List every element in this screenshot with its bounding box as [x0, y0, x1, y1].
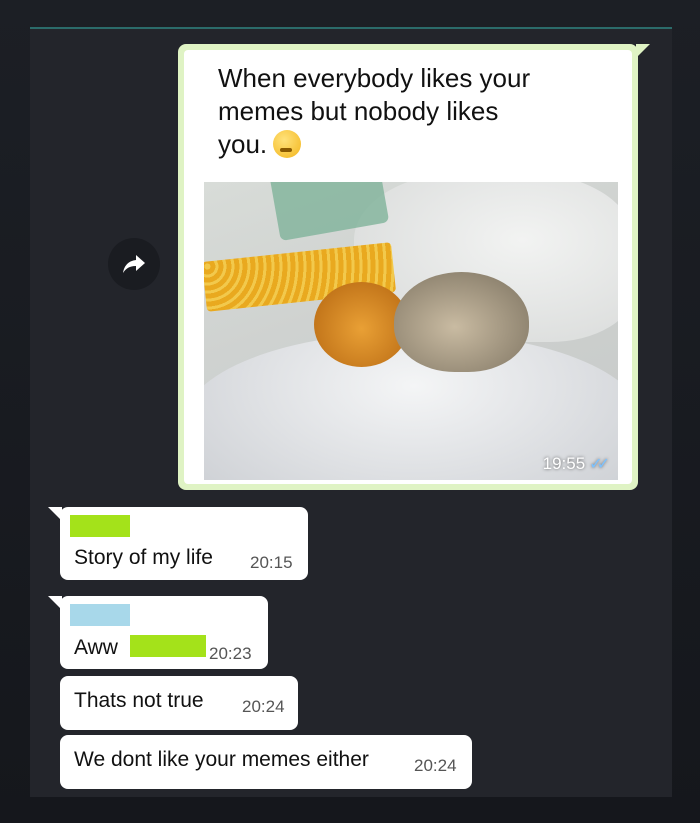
photo-cat — [394, 272, 529, 372]
message-text: Story of my life — [74, 546, 213, 569]
message-text: We dont like your memes either — [74, 748, 369, 771]
message-time: 20:23 — [209, 644, 252, 663]
forward-button[interactable] — [108, 238, 160, 290]
message-time: 20:24 — [242, 697, 285, 716]
sender-name-redaction — [70, 515, 130, 537]
message-time: 20:24 — [414, 756, 457, 775]
forwarded-meme-card: When everybody likes your memes but nobo… — [184, 50, 632, 484]
incoming-message[interactable]: Thats not true 20:24 — [60, 676, 298, 730]
name-redaction — [130, 635, 206, 657]
sender-name-redaction — [70, 604, 130, 626]
meme-caption: When everybody likes your memes but nobo… — [218, 62, 548, 161]
bubble-tail — [48, 596, 62, 610]
forwarded-image-message[interactable]: When everybody likes your memes but nobo… — [178, 44, 650, 490]
message-text: Thats not true — [74, 689, 204, 712]
incoming-message[interactable]: Story of my life 20:15 — [48, 507, 308, 580]
crying-face-emoji-icon — [273, 130, 302, 158]
message-time: 20:15 — [250, 553, 293, 572]
message-text: Aww — [74, 636, 118, 659]
bubble-tail — [48, 507, 62, 521]
double-check-icon: ✓✓ — [589, 456, 610, 473]
incoming-message[interactable]: Aww 20:23 — [48, 596, 268, 669]
screen-frame: When everybody likes your memes but nobo… — [0, 0, 700, 823]
meme-caption-text: When everybody likes your memes but nobo… — [218, 63, 531, 159]
bubble-tail — [636, 44, 650, 58]
forward-arrow-icon — [123, 255, 145, 273]
message-timestamp: 19:55 ✓✓ — [542, 454, 610, 474]
incoming-message[interactable]: We dont like your memes either 20:24 — [60, 735, 472, 789]
meme-photo[interactable]: 19:55 ✓✓ — [204, 182, 618, 480]
chat-panel: When everybody likes your memes but nobo… — [30, 27, 672, 797]
message-time: 19:55 — [542, 454, 586, 473]
